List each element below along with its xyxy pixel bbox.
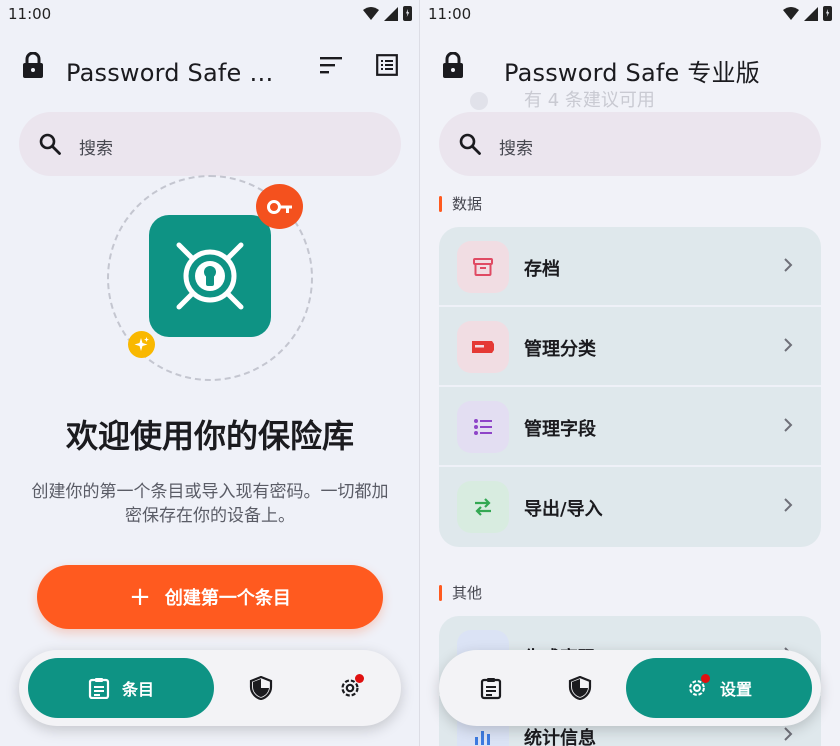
settings-card-data: 存档 管理分类 管理字段 导出/导入 (439, 227, 821, 547)
search-icon (39, 133, 61, 155)
settings-row-label: 统计信息 (524, 728, 596, 746)
notification-dot (700, 674, 710, 683)
section-title: 其他 (452, 584, 483, 602)
settings-row-export-import[interactable]: 导出/导入 (439, 467, 821, 547)
sort-icon[interactable] (320, 56, 342, 74)
welcome-description: 创建你的第一个条目或导入现有密码。一切都加密保存在你的设备上。 (31, 482, 389, 526)
clipboard-icon (88, 678, 110, 699)
status-bar: 11:00 (0, 0, 420, 30)
shield-icon[interactable] (568, 676, 592, 700)
search-placeholder: 搜索 (79, 139, 113, 159)
status-bar: 11:00 (420, 0, 840, 30)
battery-icon (403, 6, 412, 21)
status-time: 11:00 (428, 5, 472, 23)
vault-screen: 11:00 Password Safe 专业版 (0, 0, 420, 746)
bottom-navigation: 条目 (19, 650, 401, 726)
notification-dot (355, 674, 364, 683)
wifi-icon (363, 6, 379, 20)
search-placeholder: 搜索 (499, 139, 533, 159)
app-title: Password Safe 专业版 (66, 59, 294, 87)
app-title: Password Safe 专业版 (504, 59, 760, 87)
section-accent-bar (439, 195, 442, 212)
chevron-right-icon (784, 258, 793, 272)
settings-screen: 11:00 有 4 条建议可用 Password Safe 专业版 搜索 数据 (420, 0, 840, 746)
suggestion-icon (470, 92, 488, 110)
search-bar[interactable]: 搜索 (439, 112, 821, 176)
top-app-bar: Password Safe 专业版 (0, 44, 420, 92)
section-accent-bar (439, 584, 442, 601)
bullet-list-icon (457, 401, 509, 453)
section-title: 数据 (452, 195, 483, 213)
key-icon (267, 200, 292, 214)
create-first-entry-button[interactable]: + 创建第一个条目 (37, 565, 383, 629)
signal-icon (804, 6, 818, 21)
list-view-icon[interactable] (376, 54, 398, 76)
lock-icon[interactable] (22, 52, 44, 78)
settings-row-label: 管理字段 (524, 419, 596, 440)
clipboard-icon[interactable] (479, 676, 503, 700)
chevron-right-icon (784, 727, 793, 741)
settings-row-manage-categories[interactable]: 管理分类 (439, 307, 821, 387)
chevron-right-icon (784, 418, 793, 432)
plus-icon: + (129, 582, 151, 612)
nav-entries-tab[interactable]: 条目 (28, 658, 214, 718)
bottom-navigation: 设置 (439, 650, 821, 726)
nav-settings-tab[interactable]: 设置 (626, 658, 812, 718)
chevron-right-icon (784, 498, 793, 512)
settings-row-archive[interactable]: 存档 (439, 227, 821, 307)
sparkle-icon (134, 337, 149, 351)
settings-row-manage-fields[interactable]: 管理字段 (439, 387, 821, 467)
swap-arrows-icon (457, 481, 509, 533)
section-header-other: 其他 (439, 582, 482, 603)
wifi-icon (783, 6, 799, 20)
search-bar[interactable]: 搜索 (19, 112, 401, 176)
search-icon (459, 133, 481, 155)
battery-icon (823, 6, 832, 21)
nav-settings-label: 设置 (719, 680, 752, 699)
settings-row-label: 管理分类 (524, 339, 596, 360)
settings-row-label: 存档 (524, 259, 560, 280)
create-button-label: 创建第一个条目 (164, 588, 291, 609)
welcome-title: 欢迎使用你的保险库 (65, 417, 354, 455)
shield-icon[interactable] (249, 676, 273, 700)
section-header-data: 数据 (439, 193, 482, 214)
nav-entries-label: 条目 (121, 680, 154, 699)
vault-icon (176, 242, 244, 310)
top-app-bar: Password Safe 专业版 (420, 44, 840, 92)
archive-icon (457, 241, 509, 293)
settings-row-label: 导出/导入 (524, 499, 603, 520)
lock-icon[interactable] (442, 52, 464, 78)
status-time: 11:00 (8, 5, 52, 23)
vault-illustration (149, 215, 271, 337)
chevron-right-icon (784, 338, 793, 352)
key-badge (256, 184, 303, 229)
sparkle-badge (128, 331, 155, 358)
tag-icon (457, 321, 509, 373)
signal-icon (384, 6, 398, 21)
